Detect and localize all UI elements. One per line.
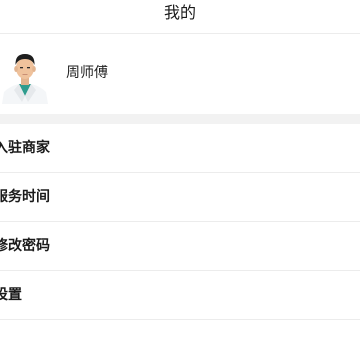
- menu-item-label: 修改密码: [0, 238, 50, 254]
- doctor-avatar-icon: [0, 46, 50, 104]
- section-divider: [0, 114, 360, 124]
- menu-item-change-password[interactable]: 修改密码: [0, 222, 360, 271]
- user-name: 周师傅: [66, 65, 108, 81]
- page-title: 我的: [163, 3, 196, 22]
- menu-item-label: 服务时间: [0, 189, 50, 205]
- menu-item-label: 入驻商家: [0, 140, 50, 156]
- menu-item-label: 设置: [0, 287, 22, 303]
- avatar[interactable]: [0, 46, 50, 104]
- menu-item-settings[interactable]: 设置: [0, 271, 360, 320]
- nav-bar: 我的: [0, 0, 360, 28]
- settings-menu: 入驻商家 服务时间 修改密码 设置: [0, 124, 360, 320]
- mine-screen: 我的 周师傅 入驻商家 服务时间 修改密码 设置: [0, 0, 360, 360]
- profile-card[interactable]: 周师傅: [0, 34, 360, 114]
- menu-item-service-time[interactable]: 服务时间: [0, 173, 360, 222]
- menu-item-merchant[interactable]: 入驻商家: [0, 124, 360, 173]
